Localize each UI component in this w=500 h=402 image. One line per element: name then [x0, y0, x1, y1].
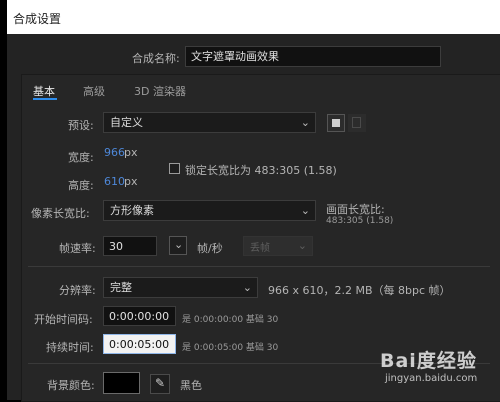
chevron-down-icon: ⌄: [300, 204, 310, 217]
chevron-down-icon: ⌄: [297, 239, 307, 252]
active-tab-underline: [33, 98, 57, 100]
window-title: 合成设置: [13, 12, 62, 26]
resolution-info: 966 x 610，2.2 MB（每 8bpc 帧）: [268, 284, 451, 297]
eyedropper-button[interactable]: ✎: [150, 374, 170, 394]
height-unit: px: [124, 175, 138, 188]
duration-info: 是 0:00:05:00 基础 30: [182, 343, 279, 353]
trash-icon: [352, 117, 361, 128]
watermark-logo: Bai度经验: [380, 350, 477, 372]
duration-label: 持续时间:: [46, 341, 94, 354]
chevron-down-icon: ⌄: [300, 116, 310, 129]
start-timecode-input[interactable]: 0:00:00:00: [103, 306, 176, 326]
divider: [28, 266, 490, 267]
preset-select[interactable]: 自定义 ⌄: [103, 112, 316, 133]
width-label: 宽度:: [68, 151, 94, 164]
height-label: 高度:: [68, 179, 94, 192]
eyedropper-icon: ✎: [155, 376, 166, 390]
duration-input[interactable]: 0:00:05:00: [103, 334, 176, 354]
pixel-aspect-value: 方形像素: [110, 204, 154, 217]
drop-frame-value: 丢帧: [250, 243, 270, 254]
watermark-url: jingyan.baidu.com: [385, 373, 478, 384]
title-bar: [7, 0, 500, 34]
frame-aspect-label: 画面长宽比:: [326, 203, 385, 216]
resolution-select[interactable]: 完整 ⌄: [103, 277, 258, 298]
resolution-value: 完整: [110, 281, 132, 294]
frame-rate-label: 帧速率:: [59, 242, 96, 255]
chevron-down-icon: ⌄: [174, 238, 184, 251]
start-timecode-label: 开始时间码:: [34, 313, 93, 326]
lock-aspect-label: 锁定长宽比为 483:305 (1.58): [185, 164, 337, 177]
tab-advanced[interactable]: 高级: [83, 83, 105, 99]
width-unit: px: [124, 146, 138, 159]
tab-3d-renderer[interactable]: 3D 渲染器: [134, 83, 186, 99]
pixel-aspect-label: 像素长宽比:: [31, 207, 90, 220]
frame-rate-unit: 帧/秒: [197, 242, 223, 255]
bg-color-swatch[interactable]: [103, 372, 140, 394]
resolution-label: 分辨率:: [59, 284, 96, 297]
tab-basic[interactable]: 基本: [33, 83, 55, 99]
comp-name-input[interactable]: 文字遮罩动画效果: [185, 46, 441, 67]
delete-preset-button[interactable]: [348, 114, 366, 132]
frame-rate-dropdown[interactable]: ⌄: [169, 236, 187, 255]
start-timecode-info: 是 0:00:00:00 基础 30: [182, 315, 279, 325]
frame-aspect-value: 483:305 (1.58): [326, 216, 394, 226]
pixel-aspect-select[interactable]: 方形像素 ⌄: [103, 200, 316, 221]
save-preset-button[interactable]: [327, 114, 345, 132]
preset-label: 预设:: [68, 119, 94, 132]
preset-value: 自定义: [110, 116, 143, 129]
bg-color-label: 背景颜色:: [47, 379, 95, 392]
lock-aspect-checkbox[interactable]: [169, 163, 180, 174]
chevron-down-icon: ⌄: [242, 281, 252, 294]
width-value[interactable]: 966: [104, 146, 125, 159]
height-value[interactable]: 610: [104, 175, 125, 188]
drop-frame-select[interactable]: 丢帧 ⌄: [243, 236, 313, 256]
save-preset-icon: [332, 119, 340, 127]
bg-color-name: 黑色: [180, 379, 202, 392]
comp-name-label: 合成名称:: [132, 52, 180, 65]
frame-rate-input[interactable]: 30: [103, 236, 157, 256]
